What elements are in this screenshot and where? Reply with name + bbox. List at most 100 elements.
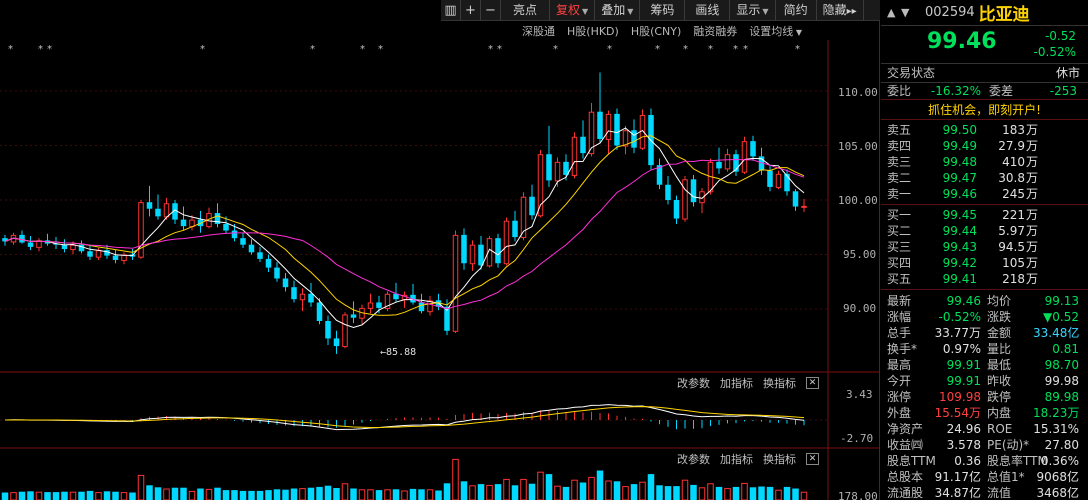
hide-label: 隐藏 bbox=[822, 3, 847, 17]
candle-body bbox=[87, 251, 93, 257]
stat-label: 内盘 bbox=[987, 406, 1012, 420]
adjust-button[interactable]: 复权 ▼ bbox=[550, 0, 596, 21]
menu-ma-settings[interactable]: 设置均线 ▼ bbox=[749, 23, 802, 39]
volume-bar bbox=[61, 491, 68, 500]
stat-value: 99.91 bbox=[946, 358, 981, 372]
level-price: 99.42 bbox=[942, 256, 977, 270]
volume-bar bbox=[350, 488, 357, 500]
close-icon[interactable]: ✕ bbox=[806, 453, 819, 465]
macd-switch-indicator[interactable]: 换指标 bbox=[763, 375, 796, 391]
lock-icon[interactable]: ▥ bbox=[441, 0, 461, 21]
candle-body bbox=[554, 161, 561, 182]
macd-edit-params[interactable]: 改参数 bbox=[677, 375, 710, 391]
stat-row: 涨停 109.98 跌停 89.98 bbox=[881, 389, 1088, 405]
volume-bar bbox=[180, 487, 187, 500]
level-label: 卖五 bbox=[887, 123, 912, 137]
menu-h-share-hkd[interactable]: H股(HKD) bbox=[567, 23, 619, 39]
display-button[interactable]: 显示 ▼ bbox=[730, 0, 776, 21]
quote-header: ▲ ▼ 002594 比亚迪 bbox=[881, 0, 1088, 26]
draw-button[interactable]: 画线 bbox=[685, 0, 731, 21]
volume-bar bbox=[10, 492, 17, 500]
menu-margin[interactable]: 融资融券 bbox=[693, 23, 737, 39]
overlay-button[interactable]: 叠加 ▼ bbox=[595, 0, 641, 21]
candle-body bbox=[461, 234, 467, 264]
ask-row[interactable]: 卖五 99.50 183 万 bbox=[881, 122, 1088, 138]
volume-bar bbox=[333, 488, 340, 500]
chevron-down-icon: ▼ bbox=[627, 7, 634, 16]
trade-status-label: 交易状态 bbox=[887, 66, 936, 80]
highlight-button[interactable]: 亮点 bbox=[501, 0, 551, 21]
level-price: 99.48 bbox=[942, 155, 977, 169]
volume-bar bbox=[367, 489, 374, 500]
bid-row[interactable]: 买五 99.41 218 万 bbox=[881, 271, 1088, 287]
menu-hk-connect[interactable]: 深股通 bbox=[522, 23, 555, 39]
bid-row[interactable]: 买一 99.45 221 万 bbox=[881, 207, 1088, 223]
candle-body bbox=[223, 223, 229, 231]
candle-body bbox=[716, 161, 722, 169]
volume-bar bbox=[630, 484, 638, 500]
candle-body bbox=[529, 196, 535, 216]
macd-add-indicator[interactable]: 加指标 bbox=[720, 375, 753, 391]
bid-row[interactable]: 买四 99.42 105 万 bbox=[881, 255, 1088, 271]
stat-label: 总手 bbox=[887, 326, 912, 340]
level-volume: 94.5 bbox=[998, 240, 1025, 254]
candle-body bbox=[418, 302, 425, 312]
candle-body bbox=[605, 113, 612, 140]
level-price: 99.46 bbox=[942, 187, 977, 201]
kline-canvas[interactable]: * * * * * * * * * * * * * * * * * bbox=[0, 0, 880, 500]
bid-row[interactable]: 买二 99.44 5.97 万 bbox=[881, 223, 1088, 239]
hide-button[interactable]: 隐藏▸▸ bbox=[817, 0, 864, 21]
chart-area[interactable]: * * * * * * * * * * * * * * * * * ▥ + − 亮点 复权 ▼ 叠加 ▼ 筹码 画线… bbox=[0, 0, 880, 500]
volume-bar bbox=[647, 474, 655, 500]
stat-row: 今开 99.91 昨收 99.98 bbox=[881, 373, 1088, 389]
volume-bar bbox=[409, 488, 417, 500]
stat-value: 0.97% bbox=[942, 342, 981, 356]
candle-body bbox=[665, 184, 671, 200]
volume-bar bbox=[681, 479, 689, 500]
level-volume: 221 bbox=[1002, 208, 1025, 222]
chips-button[interactable]: 筹码 bbox=[640, 0, 686, 21]
vol-switch-indicator[interactable]: 换指标 bbox=[763, 451, 796, 467]
zoom-out-icon[interactable]: − bbox=[481, 0, 501, 21]
event-star-icon: * bbox=[8, 44, 13, 55]
vol-add-indicator[interactable]: 加指标 bbox=[720, 451, 753, 467]
price-tick: 90.00 bbox=[843, 302, 877, 315]
vol-panel-buttons: 改参数 加指标 换指标 ✕ bbox=[677, 451, 819, 467]
prev-stock-icon[interactable]: ▲ bbox=[887, 6, 901, 19]
bid-row[interactable]: 买三 99.43 94.5 万 bbox=[881, 239, 1088, 255]
volume-bar bbox=[732, 486, 740, 500]
candle-body bbox=[282, 278, 289, 288]
volume-bar bbox=[129, 492, 136, 500]
level-price: 99.41 bbox=[942, 272, 977, 286]
open-account-link[interactable]: 抓住机会，即刻开户! bbox=[881, 100, 1088, 120]
menu-h-share-cny[interactable]: H股(CNY) bbox=[631, 23, 681, 39]
candle-body bbox=[614, 113, 620, 146]
level-volume: 218 bbox=[1002, 272, 1025, 286]
macd-dif-line bbox=[4, 404, 805, 431]
volume-bar bbox=[231, 490, 238, 500]
level-unit: 万 bbox=[1026, 256, 1039, 270]
candle-body bbox=[316, 302, 323, 321]
zoom-in-icon[interactable]: + bbox=[461, 0, 481, 21]
ask-row[interactable]: 卖二 99.47 30.8 万 bbox=[881, 170, 1088, 186]
ask-row[interactable]: 卖一 99.46 245 万 bbox=[881, 186, 1088, 202]
volume-bar bbox=[460, 481, 468, 500]
candle-body bbox=[682, 179, 688, 220]
close-icon[interactable]: ✕ bbox=[806, 377, 819, 389]
volume-bar bbox=[392, 489, 400, 500]
volume-bar bbox=[656, 485, 663, 500]
stat-label: 今开 bbox=[887, 374, 912, 388]
ask-book: 卖五 99.50 183 万卖四 99.49 27.9 万卖三 99.48 410 万卖二 99.4… bbox=[881, 120, 1088, 205]
vol-edit-params[interactable]: 改参数 bbox=[677, 451, 710, 467]
stat-label: 外盘 bbox=[887, 406, 912, 420]
chevron-down-icon: ▼ bbox=[793, 28, 802, 37]
candle-body bbox=[690, 179, 697, 203]
ask-row[interactable]: 卖四 99.49 27.9 万 bbox=[881, 138, 1088, 154]
volume-bar bbox=[375, 490, 383, 500]
ask-row[interactable]: 卖三 99.48 410 万 bbox=[881, 154, 1088, 170]
simple-button[interactable]: 简约 bbox=[776, 0, 817, 21]
level-label: 卖二 bbox=[887, 171, 912, 185]
candle-body bbox=[495, 238, 501, 264]
next-stock-icon[interactable]: ▼ bbox=[901, 6, 915, 19]
macd-panel-buttons: 改参数 加指标 换指标 ✕ bbox=[677, 375, 819, 391]
